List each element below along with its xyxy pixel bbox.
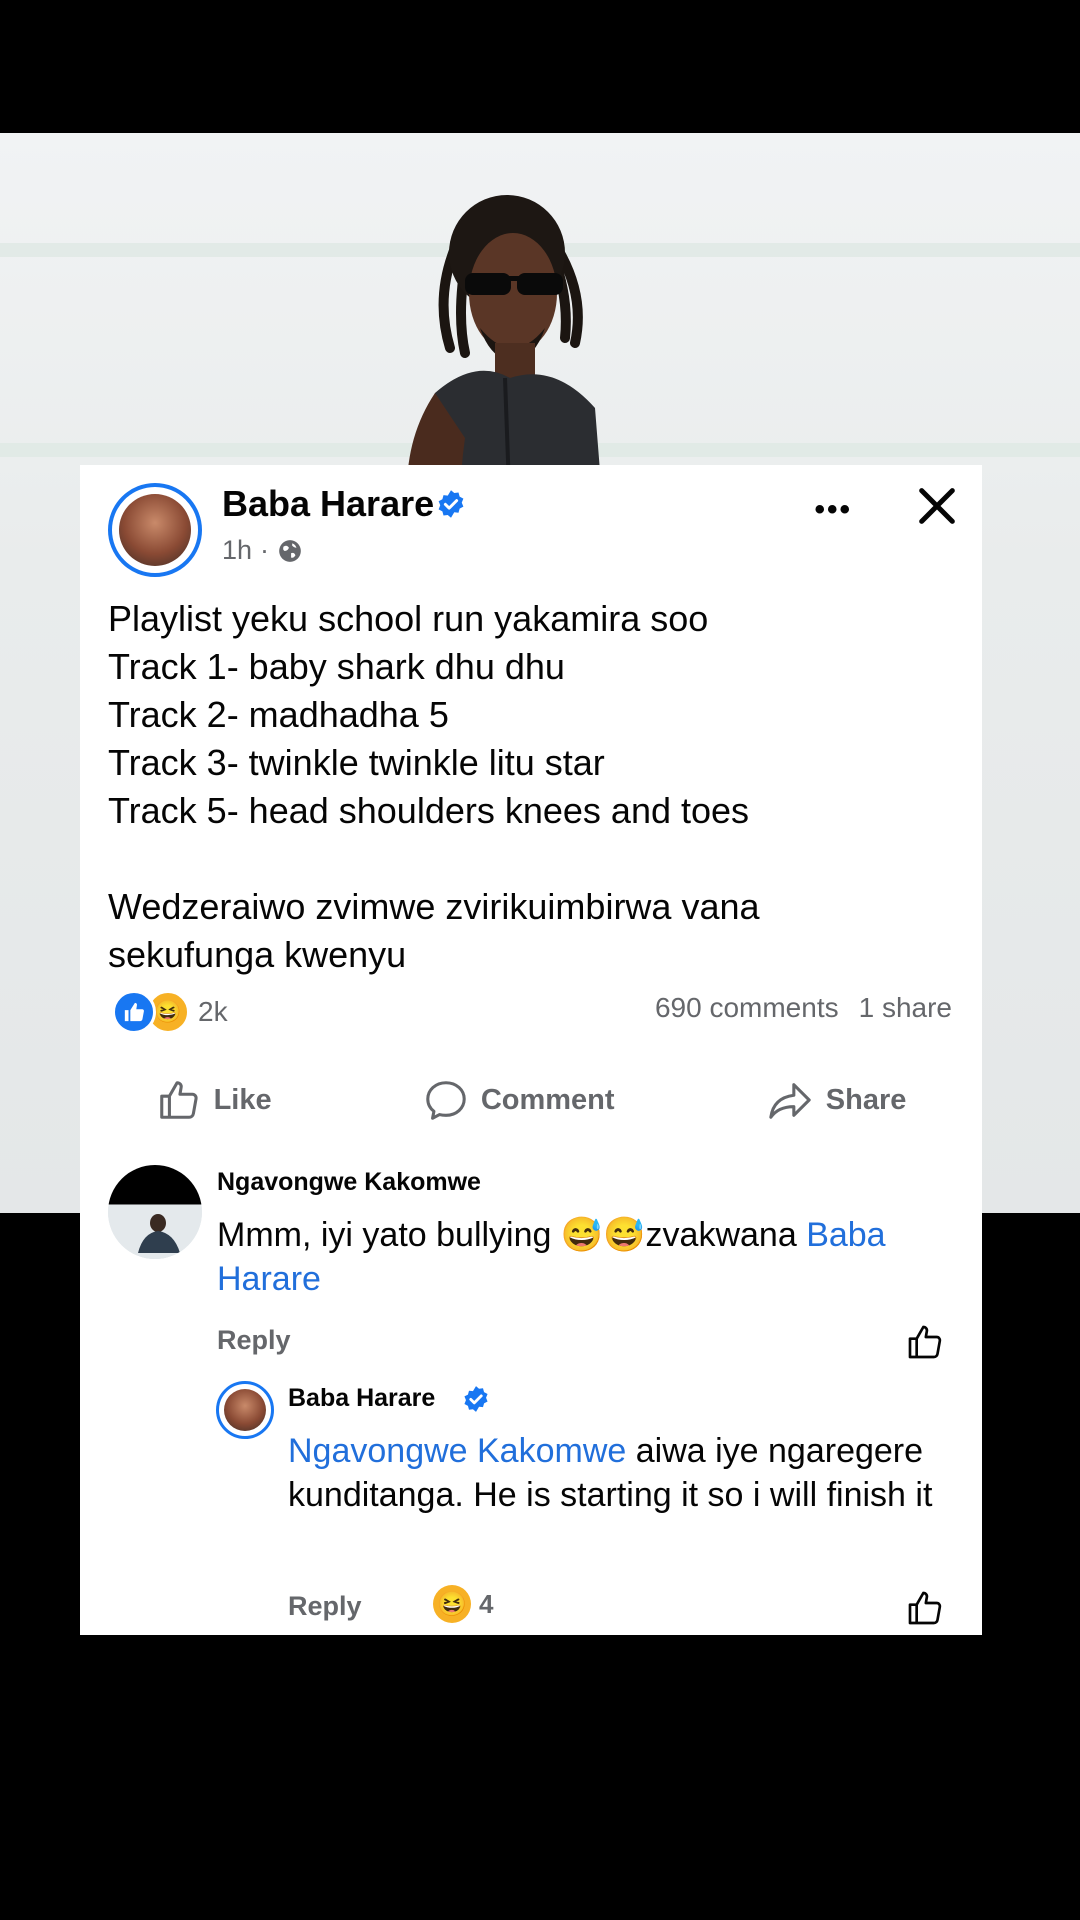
comment-body: Mmm, iyi yato bullying 😅😅zvakwana	[217, 1216, 807, 1254]
thumbs-up-icon	[159, 1081, 198, 1119]
thumbs-up-icon[interactable]	[905, 1588, 945, 1628]
verified-badge-icon	[464, 1386, 488, 1412]
meta-separator: ·	[260, 535, 270, 565]
globe-icon	[279, 539, 301, 562]
comment-author-name[interactable]: Ngavongwe Kakomwe	[217, 1168, 481, 1197]
reply-button[interactable]: Reply	[217, 1325, 291, 1356]
like-reaction-icon	[112, 990, 156, 1034]
author-avatar[interactable]	[108, 483, 202, 577]
comment-label: Comment	[480, 1083, 615, 1116]
shares-count[interactable]: 1 share	[859, 992, 952, 1024]
share-label: Share	[825, 1083, 907, 1116]
post-author-name[interactable]: Baba Harare	[222, 483, 434, 525]
reply-button[interactable]: Reply	[288, 1591, 362, 1622]
reply-author-name[interactable]: Baba Harare	[288, 1384, 435, 1413]
close-icon[interactable]	[914, 483, 960, 529]
comment-bubble-icon	[426, 1081, 466, 1120]
post-body-text: Playlist yeku school run yakamira soo Tr…	[108, 598, 760, 975]
comments-count[interactable]: 690 comments	[655, 992, 839, 1024]
post-time: 1h	[222, 535, 253, 565]
mention-link[interactable]: Ngavongwe Kakomwe	[288, 1432, 626, 1470]
reply-reactions[interactable]: 😆 4	[433, 1585, 493, 1623]
post-actions: Like Comment Share	[80, 1077, 982, 1123]
more-options-icon[interactable]: •••	[814, 493, 852, 527]
like-label: Like	[213, 1083, 272, 1116]
comment-button[interactable]: Comment	[423, 1077, 615, 1123]
verified-badge-icon	[438, 490, 464, 518]
commenter-avatar[interactable]	[108, 1165, 202, 1259]
comment-text: Mmm, iyi yato bullying 😅😅zvakwana Baba H…	[217, 1213, 957, 1301]
haha-reaction-icon: 😆	[433, 1585, 471, 1623]
reply-reaction-count: 4	[479, 1588, 494, 1619]
reaction-count: 2k	[198, 996, 228, 1027]
like-button[interactable]: Like	[156, 1077, 272, 1123]
post-meta: 1h ·	[222, 535, 303, 566]
share-button[interactable]: Share	[766, 1077, 907, 1123]
reply-author-avatar[interactable]	[216, 1381, 274, 1439]
post-stats: 690 comments 1 share	[655, 992, 952, 1024]
thumbs-up-icon[interactable]	[905, 1322, 945, 1362]
reply-text: Ngavongwe Kakomwe aiwa iye ngaregere kun…	[288, 1429, 948, 1517]
reaction-summary[interactable]: 😆 2k	[112, 990, 228, 1034]
post-card: Baba Harare 1h · ••• Playlist yeku schoo…	[80, 465, 982, 1213]
share-arrow-icon	[769, 1083, 811, 1119]
